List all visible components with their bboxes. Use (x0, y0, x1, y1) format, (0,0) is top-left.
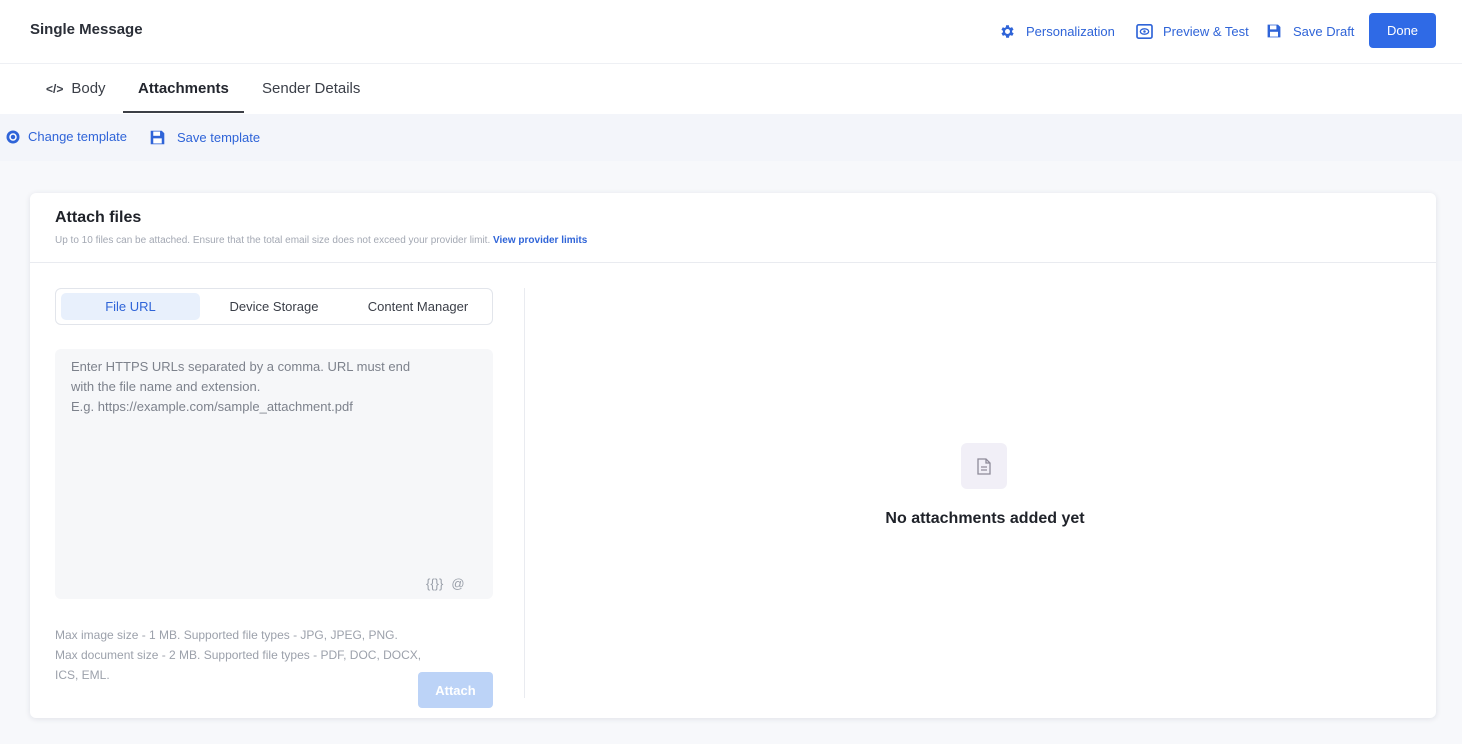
preview-test-button[interactable]: Preview & Test (1135, 22, 1249, 40)
page-title: Single Message (30, 21, 143, 38)
tab-bar: </> Body Attachments Sender Details (0, 64, 1462, 114)
tab-sender-details[interactable]: Sender Details (262, 80, 360, 97)
tab-sender-details-label: Sender Details (262, 80, 361, 97)
tab-body-label: Body (71, 80, 106, 97)
code-icon: </> (46, 81, 64, 96)
view-provider-limits-link[interactable]: View provider limits (493, 235, 587, 246)
vertical-divider (524, 288, 525, 698)
preview-test-label: Preview & Test (1163, 23, 1249, 39)
source-device-storage[interactable]: Device Storage (204, 293, 344, 320)
tab-attachments[interactable]: Attachments (138, 80, 229, 97)
active-tab-indicator (123, 111, 244, 113)
top-header: Single Message Personalization Preview &… (0, 0, 1462, 64)
at-mention-icon[interactable]: @ (451, 576, 464, 591)
done-button[interactable]: Done (1369, 13, 1436, 48)
divider (30, 262, 1436, 263)
source-file-url[interactable]: File URL (61, 293, 200, 320)
personalization-tag-icon[interactable]: {{}} (426, 576, 443, 591)
subtitle-text: Up to 10 files can be attached. Ensure t… (55, 235, 491, 246)
save-draft-label: Save Draft (1293, 23, 1355, 39)
personalization-label: Personalization (1026, 23, 1115, 39)
source-content-manager[interactable]: Content Manager (348, 293, 488, 320)
save-template-button[interactable]: Save template (149, 129, 260, 146)
attach-files-card: Attach files Up to 10 files can be attac… (30, 193, 1436, 718)
textarea-tools: {{}} @ (426, 576, 473, 591)
swap-icon (6, 130, 20, 144)
change-template-label: Change template (28, 129, 128, 144)
hint-line-2: Max document size - 2 MB. Supported file… (55, 648, 422, 662)
save-icon (1265, 22, 1283, 40)
card-title: Attach files (55, 209, 142, 226)
document-icon (961, 443, 1007, 489)
tab-attachments-label: Attachments (138, 80, 229, 97)
change-template-button[interactable]: Change template (6, 129, 127, 144)
template-toolbar: Change template Save template (0, 114, 1462, 161)
url-input[interactable] (55, 349, 493, 599)
card-subtitle: Up to 10 files can be attached. Ensure t… (55, 235, 587, 246)
source-selector: File URL Device Storage Content Manager (55, 288, 493, 325)
tab-body[interactable]: </> Body (46, 80, 106, 97)
save-draft-button[interactable]: Save Draft (1265, 22, 1354, 40)
gear-icon (998, 22, 1016, 40)
empty-state-text: No attachments added yet (885, 510, 1085, 527)
eye-icon (1135, 22, 1153, 40)
personalization-button[interactable]: Personalization (998, 22, 1115, 40)
attach-button[interactable]: Attach (418, 672, 493, 708)
hint-line-1: Max image size - 1 MB. Supported file ty… (55, 628, 398, 642)
save-icon (149, 129, 166, 146)
save-template-label: Save template (177, 130, 261, 145)
